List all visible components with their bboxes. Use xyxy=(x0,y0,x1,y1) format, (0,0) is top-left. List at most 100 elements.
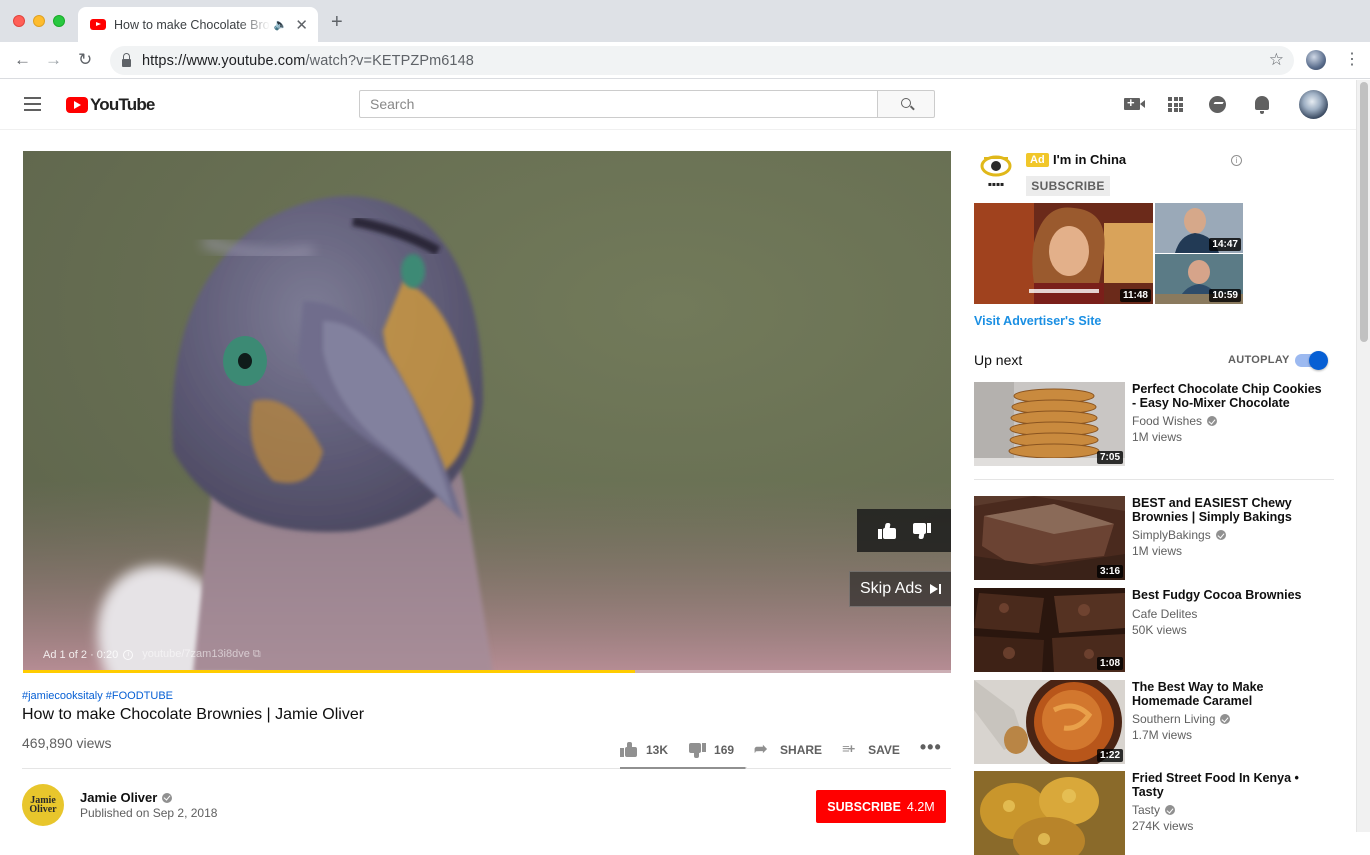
view-count: 274K views xyxy=(1132,819,1194,833)
view-count: 1M views xyxy=(1132,430,1183,444)
dislike-button[interactable]: 169 xyxy=(688,742,734,758)
view-count: 50K views xyxy=(1132,623,1187,637)
channel-name[interactable]: Food Wishes xyxy=(1132,414,1218,428)
create-video-icon[interactable] xyxy=(1124,95,1145,110)
like-ratio-bar xyxy=(620,767,747,769)
ad-link-text: youtube/7zam13i8dve xyxy=(142,648,250,660)
subscribe-button[interactable]: SUBSCRIBE 4.2M xyxy=(816,790,946,823)
thumbs-down-icon[interactable] xyxy=(912,522,931,539)
account-avatar[interactable] xyxy=(1299,90,1328,119)
maximize-window-button[interactable] xyxy=(53,15,65,27)
ad-video-thumbnail[interactable]: 10:59 xyxy=(1155,254,1243,304)
channel-name-text: Cafe Delites xyxy=(1132,607,1198,621)
minimize-window-button[interactable] xyxy=(33,15,45,27)
like-button[interactable]: 13K xyxy=(620,742,668,758)
duration-badge: 11:48 xyxy=(1119,289,1151,302)
recommended-video[interactable]: 3:16 BEST and EASIEST Chewy Brownies | S… xyxy=(974,496,1334,580)
video-thumbnail[interactable]: 1:08 xyxy=(974,588,1125,672)
scrollbar-thumb[interactable] xyxy=(1360,82,1368,342)
playlist-add-icon xyxy=(842,741,860,758)
address-bar[interactable]: https://www.youtube.com/watch?v=KETPZPm6… xyxy=(110,46,1294,75)
duration-badge: 1:08 xyxy=(1096,657,1123,670)
search-input[interactable] xyxy=(359,90,878,118)
view-count: 1.7M views xyxy=(1132,728,1193,742)
youtube-logo[interactable]: YouTube xyxy=(66,95,155,115)
browser-titlebar: How to make Chocolate Brownies | Jamie O… xyxy=(0,0,1370,42)
duration-badge: 14:47 xyxy=(1209,238,1241,251)
messages-icon[interactable] xyxy=(1209,96,1226,113)
page-scrollbar[interactable] xyxy=(1356,80,1370,832)
ad-video-thumbnail[interactable]: 14:47 xyxy=(1155,203,1243,253)
share-button[interactable]: SHARE xyxy=(754,739,822,759)
speaker-icon[interactable]: 🔈 xyxy=(274,18,288,31)
ad-progress-fill xyxy=(23,670,636,673)
subscriber-count: 4.2M xyxy=(906,799,935,814)
view-count: 469,890 views xyxy=(22,735,112,751)
hashtags[interactable]: #jamiecooksitaly #FOODTUBE xyxy=(22,690,173,702)
video-thumbnail[interactable]: 1:22 xyxy=(974,680,1125,764)
advertiser-logo[interactable]: ▪▪▪▪ xyxy=(978,152,1014,192)
verified-check-icon xyxy=(1215,530,1226,540)
close-window-button[interactable] xyxy=(13,15,25,27)
ad-badge: Ad xyxy=(1026,153,1049,167)
more-actions-icon[interactable]: ••• xyxy=(920,737,942,758)
ad-video-thumbnail[interactable]: 11:48 xyxy=(974,203,1153,304)
browser-menu-icon[interactable]: ⋮ xyxy=(1344,49,1360,69)
video-title[interactable]: The Best Way to Make Homemade Caramel xyxy=(1132,680,1322,708)
ad-link[interactable]: youtube/7zam13i8dve ⧉ xyxy=(142,648,261,661)
save-button[interactable]: SAVE xyxy=(842,741,900,758)
autoplay-toggle[interactable] xyxy=(1295,351,1328,370)
apps-grid-icon[interactable] xyxy=(1168,97,1183,112)
video-title[interactable]: Perfect Chocolate Chip Cookies - Easy No… xyxy=(1132,382,1322,410)
channel-name[interactable]: Cafe Delites xyxy=(1132,607,1197,621)
video-thumbnail[interactable]: 7:05 xyxy=(974,382,1125,466)
ad-progress-bar[interactable] xyxy=(23,670,951,673)
verified-check-icon xyxy=(1165,805,1176,815)
channel-name[interactable]: SimplyBakings xyxy=(1132,528,1226,542)
search-button[interactable] xyxy=(877,90,935,118)
tab-title: How to make Chocolate Brownies | Jamie O… xyxy=(114,17,270,32)
channel-name[interactable]: Southern Living xyxy=(1132,712,1231,726)
recommended-video[interactable]: 1:08 Best Fudgy Cocoa Brownies Cafe Deli… xyxy=(974,588,1334,672)
bookmark-star-icon[interactable]: ☆ xyxy=(1269,50,1284,70)
ad-info-icon[interactable]: i xyxy=(1231,155,1242,166)
video-title[interactable]: Fried Street Food In Kenya • Tasty xyxy=(1132,771,1322,799)
recommended-video[interactable]: Fried Street Food In Kenya • Tasty Tasty… xyxy=(974,771,1334,855)
hamburger-menu-icon[interactable] xyxy=(24,97,41,111)
youtube-play-icon xyxy=(66,97,88,113)
recommended-video[interactable]: 1:22 The Best Way to Make Homemade Caram… xyxy=(974,680,1334,764)
verified-check-icon xyxy=(1207,416,1218,426)
video-thumbnail[interactable]: 3:16 xyxy=(974,496,1125,580)
channel-avatar[interactable]: Jamie Oliver xyxy=(22,784,64,826)
video-title[interactable]: Best Fudgy Cocoa Brownies xyxy=(1132,588,1322,602)
video-player[interactable]: Skip Ads Ad 1 of 2 · 0:20 i youtube/7zam… xyxy=(23,151,951,673)
verified-check-icon xyxy=(1220,714,1231,724)
info-icon[interactable]: i xyxy=(123,649,134,660)
url-path: /watch?v=KETPZPm6148 xyxy=(305,52,474,69)
skip-ads-label: Skip Ads xyxy=(860,580,923,597)
channel-name[interactable]: Jamie Oliver xyxy=(80,790,173,805)
forward-arrow-icon[interactable]: → xyxy=(45,50,62,70)
browser-tab[interactable]: How to make Chocolate Brownies | Jamie O… xyxy=(78,7,318,42)
ad-channel-title[interactable]: I'm in China xyxy=(1053,152,1126,167)
save-label: SAVE xyxy=(868,743,900,757)
browser-profile-avatar[interactable] xyxy=(1306,50,1326,70)
lock-icon xyxy=(122,52,131,67)
notifications-bell-icon[interactable] xyxy=(1255,96,1269,114)
like-count: 13K xyxy=(646,743,669,757)
channel-name[interactable]: Tasty xyxy=(1132,803,1176,817)
subscribe-label: SUBSCRIBE xyxy=(827,799,901,814)
new-tab-button[interactable]: + xyxy=(331,11,343,34)
back-arrow-icon[interactable]: ← xyxy=(14,50,31,70)
video-thumbnail[interactable] xyxy=(974,771,1125,855)
visit-advertiser-link[interactable]: Visit Advertiser's Site xyxy=(974,314,1101,328)
ad-subscribe-button[interactable]: SUBSCRIBE xyxy=(1026,176,1110,196)
thumbs-up-icon[interactable] xyxy=(877,522,896,539)
recommended-video[interactable]: 7:05 Perfect Chocolate Chip Cookies - Ea… xyxy=(974,382,1334,466)
reload-icon[interactable]: ↻ xyxy=(78,50,92,70)
video-title[interactable]: BEST and EASIEST Chewy Brownies | Simply… xyxy=(1132,496,1322,524)
channel-name-text: Food Wishes xyxy=(1132,414,1203,428)
url-text[interactable]: https://www.youtube.com/watch?v=KETPZPm6… xyxy=(142,53,474,69)
tab-close-icon[interactable]: ✕ xyxy=(295,16,308,34)
skip-ads-button[interactable]: Skip Ads xyxy=(849,571,951,607)
